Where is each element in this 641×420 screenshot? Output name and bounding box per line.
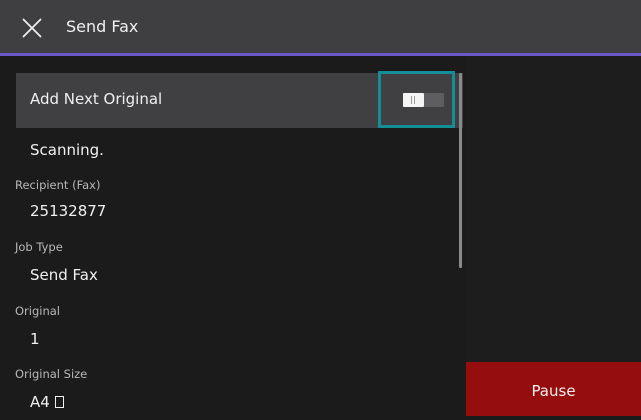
toggle-knob [403,93,424,107]
original-size-text: A4 [30,393,50,411]
scrollbar[interactable] [459,73,462,268]
original-value: 1 [30,330,40,348]
toggle-track [403,93,444,107]
job-type-label: Job Type [15,240,63,254]
add-next-original-label: Add Next Original [30,90,163,108]
page-title: Send Fax [66,17,139,36]
portrait-paper-icon [54,396,64,408]
close-icon[interactable] [20,16,44,40]
pause-button[interactable]: Pause [466,362,641,416]
recipient-label: Recipient (Fax) [15,178,101,192]
add-next-original-row[interactable]: Add Next Original [16,71,463,128]
recipient-value: 25132877 [30,202,107,220]
add-next-original-toggle[interactable] [378,71,455,128]
original-size-value: A4 [30,393,64,411]
original-size-label: Original Size [15,367,88,381]
status-text: Scanning. [30,141,104,159]
job-type-value: Send Fax [30,266,98,284]
original-label: Original [15,304,61,318]
header-bar: Send Fax [0,0,641,56]
job-details-panel: Add Next Original Scanning. Recipient (F… [0,56,463,416]
